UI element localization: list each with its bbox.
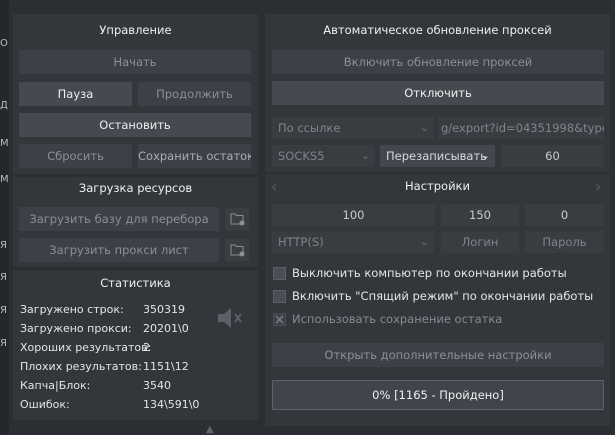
edge-glyph: Я (0, 240, 7, 251)
source-select-value: По ссылке (278, 121, 341, 135)
login-input[interactable]: Логин (441, 231, 519, 253)
edge-glyph: Я (0, 305, 7, 316)
settings-proxy-type-select[interactable]: HTTP(S) ⌄ (272, 231, 434, 253)
edge-glyph: O (0, 38, 8, 49)
speaker-muted-icon[interactable] (214, 305, 244, 334)
edge-glyph: М (0, 138, 9, 149)
chevron-down-icon: ⌄ (419, 121, 429, 134)
password-input[interactable]: Пароль (525, 231, 604, 253)
save-rest-checkbox[interactable] (273, 313, 286, 326)
proxy-update-title: Автоматическое обновление проксей (323, 23, 552, 37)
chevron-up-icon[interactable]: ▲ (206, 424, 214, 435)
reset-button[interactable]: Сбросить (19, 144, 132, 168)
start-button[interactable]: Начать (19, 50, 251, 74)
background-window-edge: O Д М М Я Я Я Я (0, 0, 9, 434)
stat-label: Загружено строк: (20, 303, 124, 316)
resume-button[interactable]: Продолжить (138, 82, 251, 106)
load-proxy-button[interactable]: Загрузить прокси лист (19, 238, 219, 262)
settings-proxy-type-value: HTTP(S) (278, 235, 324, 249)
url-input[interactable]: g/export?id=04351998&type=1 (438, 117, 604, 139)
load-base-button[interactable]: Загрузить базу для перебора (19, 207, 219, 231)
chevron-down-icon: ⌄ (480, 149, 490, 162)
interval-input[interactable]: 60 (501, 145, 604, 167)
save-rest-checkbox-label: Использовать сохранение остатка (292, 312, 503, 326)
resources-title: Загрузка ресурсов (78, 181, 193, 195)
stat-label: Капча|Блок: (20, 379, 91, 392)
chevron-down-icon: ⌄ (360, 149, 370, 162)
settings-title: Настройки (405, 179, 470, 193)
pause-button[interactable]: Пауза (19, 82, 132, 106)
proxy-type-select[interactable]: SOCKS5 ⌄ (272, 145, 375, 167)
edge-glyph: М (0, 174, 9, 185)
stat-label: Загружено прокси: (20, 322, 132, 335)
write-mode-value: Перезаписывать (386, 149, 487, 163)
stat-label: Плохих результатов: (20, 360, 142, 373)
edge-glyph: Я (0, 338, 7, 349)
chevron-down-icon: ⌄ (419, 235, 429, 248)
stat-value: 134\591\0 (143, 398, 200, 411)
timeout-input[interactable]: 150 (441, 204, 519, 226)
retries-input[interactable]: 0 (525, 204, 604, 226)
advanced-settings-button[interactable]: Открыть дополнительные настройки (272, 343, 604, 367)
sleep-checkbox-label: Включить "Спящий режим" по окончании раб… (292, 289, 594, 303)
sleep-checkbox[interactable] (273, 290, 286, 303)
disable-button[interactable]: Отключить (272, 81, 604, 105)
stat-label: Ошибок: (20, 398, 70, 411)
stat-value: 2 (143, 341, 150, 354)
stat-label: Хороших результатов: (20, 341, 152, 354)
stat-value: 1151\12 (143, 360, 189, 373)
save-rest-button[interactable]: Сохранить остаток (138, 144, 251, 168)
stop-button[interactable]: Остановить (19, 113, 251, 137)
stat-value: 3540 (143, 379, 171, 392)
edge-glyph: Д (0, 100, 8, 111)
source-select[interactable]: По ссылке ⌄ (272, 117, 434, 139)
proxy-type-value: SOCKS5 (278, 149, 325, 163)
stat-value: 20201\0 (143, 322, 189, 335)
folder-icon[interactable] (225, 208, 249, 230)
control-title: Управление (99, 23, 172, 37)
shutdown-checkbox[interactable] (273, 267, 286, 280)
enable-proxy-update-button[interactable]: Включить обновление проксей (272, 50, 604, 74)
write-mode-select[interactable]: Перезаписывать ⌄ (380, 145, 495, 167)
check-icon (275, 315, 284, 324)
threads-input[interactable]: 100 (272, 204, 435, 226)
shutdown-checkbox-label: Выключить компьютер по окончании работы (292, 266, 567, 280)
progress-text: 0% [1165 - Пройдено] (372, 388, 504, 402)
stat-value: 350319 (143, 303, 185, 316)
folder-icon[interactable] (225, 239, 249, 261)
progress-bar: 0% [1165 - Пройдено] (272, 380, 604, 410)
edge-glyph: Я (0, 272, 7, 283)
stats-title: Статистика (100, 276, 171, 290)
